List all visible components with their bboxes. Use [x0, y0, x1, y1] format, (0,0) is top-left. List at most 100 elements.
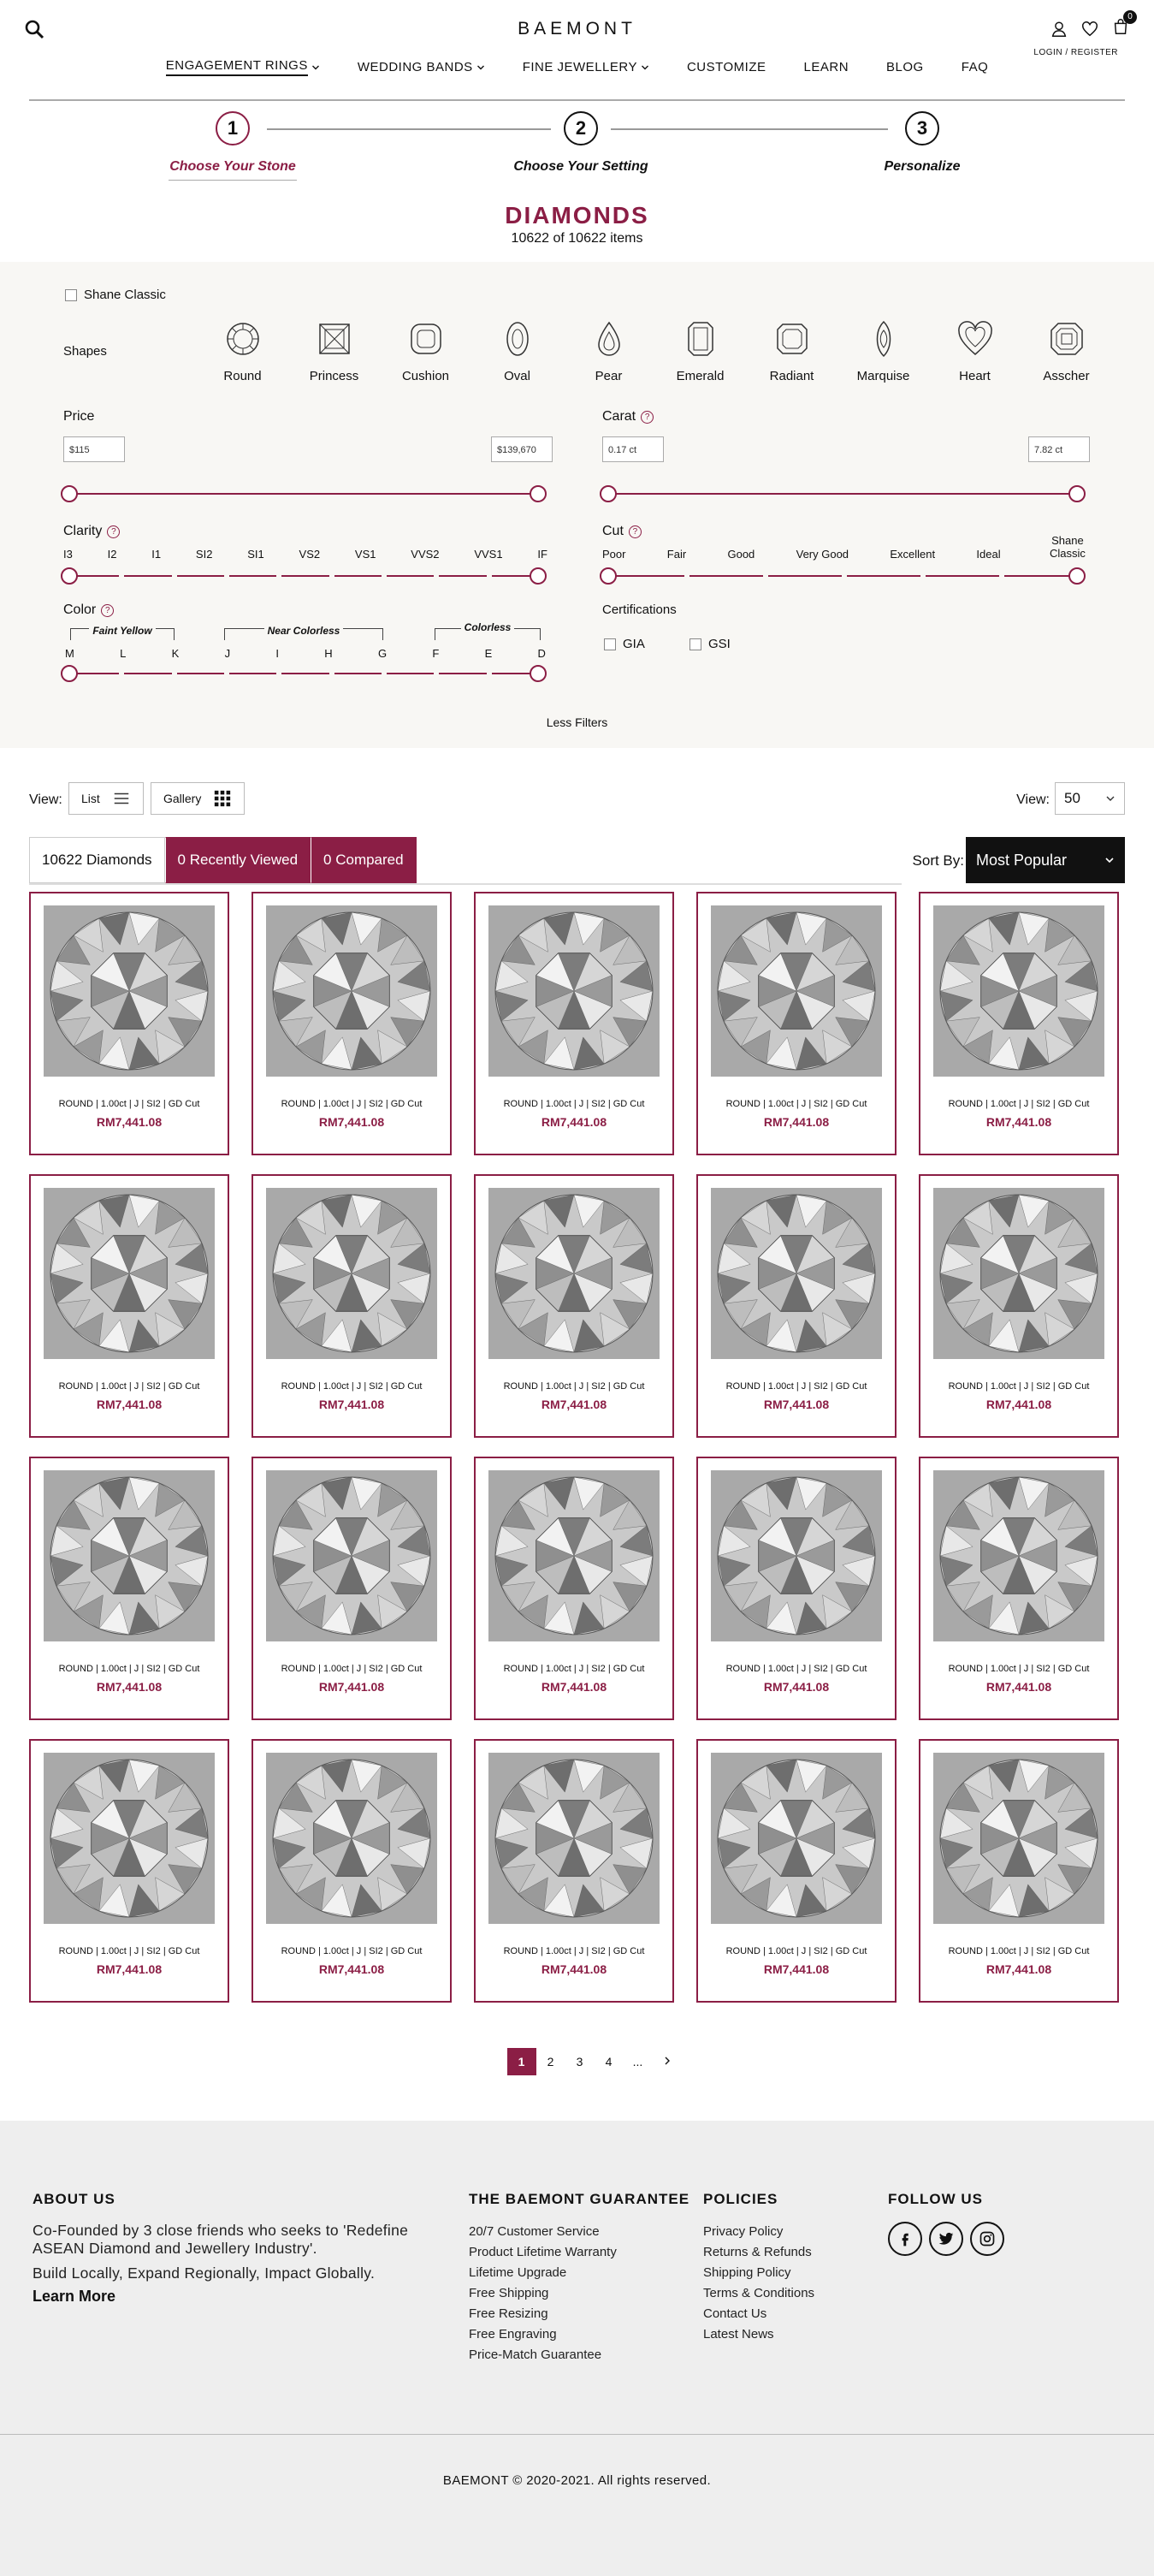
- footer-link[interactable]: Shipping Policy: [703, 2263, 814, 2283]
- diamond-image[interactable]: [711, 1753, 882, 1924]
- diamond-image[interactable]: [44, 1753, 215, 1924]
- diamond-image[interactable]: [44, 1188, 215, 1359]
- slider-segment[interactable]: [1004, 575, 1078, 577]
- product-card[interactable]: ROUND | 1.00ct | J | SI2 | GD Cut RM7,441…: [252, 892, 452, 1155]
- diamond-image[interactable]: [488, 1753, 660, 1924]
- help-icon[interactable]: ?: [107, 525, 121, 538]
- diamond-image[interactable]: [266, 1753, 437, 1924]
- product-card[interactable]: ROUND | 1.00ct | J | SI2 | GD Cut RM7,441…: [919, 1457, 1119, 1720]
- page-button[interactable]: 4: [595, 2048, 624, 2075]
- diamond-image[interactable]: [266, 905, 437, 1077]
- slider-segment[interactable]: [386, 575, 435, 577]
- cart-button[interactable]: 0: [1111, 10, 1137, 40]
- checkbox-box[interactable]: [604, 638, 616, 650]
- slider-segment[interactable]: [228, 673, 277, 674]
- slider-segment[interactable]: [228, 575, 277, 577]
- next-page-button[interactable]: [653, 2048, 682, 2075]
- less-filters-link[interactable]: Less Filters: [0, 715, 1154, 729]
- tab-all-diamonds[interactable]: 10622 Diamonds: [29, 837, 165, 883]
- carat-slider-min-handle[interactable]: [600, 485, 617, 502]
- list-view-button[interactable]: List: [68, 782, 144, 815]
- footer-link[interactable]: Free Resizing: [469, 2304, 689, 2324]
- price-max-input[interactable]: $139,670: [491, 436, 553, 462]
- footer-link[interactable]: Price-Match Guarantee: [469, 2345, 689, 2365]
- shape-option-marquise[interactable]: Marquise: [837, 320, 929, 383]
- shape-option-princess[interactable]: Princess: [288, 320, 380, 383]
- diamond-image[interactable]: [933, 1470, 1104, 1641]
- shape-option-pear[interactable]: Pear: [563, 320, 654, 383]
- slider-segment[interactable]: [281, 673, 329, 674]
- carat-min-input[interactable]: 0.17 ct: [602, 436, 664, 462]
- footer-link[interactable]: Lifetime Upgrade: [469, 2263, 689, 2283]
- slider-segment[interactable]: [768, 575, 842, 577]
- diamond-image[interactable]: [266, 1188, 437, 1359]
- checkbox-box[interactable]: [65, 288, 77, 301]
- gallery-view-button[interactable]: Gallery: [151, 782, 246, 815]
- clarity-slider-max-handle[interactable]: [530, 567, 547, 585]
- footer-link[interactable]: Returns & Refunds: [703, 2242, 814, 2263]
- footer-link[interactable]: Free Shipping: [469, 2283, 689, 2304]
- shane-classic-checkbox[interactable]: Shane Classic: [65, 288, 166, 302]
- diamond-image[interactable]: [711, 1188, 882, 1359]
- product-card[interactable]: ROUND | 1.00ct | J | SI2 | GD Cut RM7,441…: [696, 892, 897, 1155]
- diamond-image[interactable]: [933, 1753, 1104, 1924]
- shape-option-heart[interactable]: Heart: [929, 320, 1021, 383]
- brand-logo[interactable]: BAEMONT: [0, 19, 1154, 39]
- slider-segment[interactable]: [439, 673, 487, 674]
- slider-segment[interactable]: [386, 673, 435, 674]
- shape-option-asscher[interactable]: Asscher: [1021, 320, 1112, 383]
- shape-option-radiant[interactable]: Radiant: [746, 320, 837, 383]
- page-button[interactable]: 1: [506, 2048, 536, 2075]
- user-icon[interactable]: [1050, 20, 1068, 39]
- page-button[interactable]: 3: [565, 2048, 595, 2075]
- product-card[interactable]: ROUND | 1.00ct | J | SI2 | GD Cut RM7,441…: [29, 1457, 229, 1720]
- carat-max-input[interactable]: 7.82 ct: [1028, 436, 1090, 462]
- slider-segment[interactable]: [689, 575, 763, 577]
- slider-segment[interactable]: [611, 575, 684, 577]
- slider-segment[interactable]: [72, 575, 120, 577]
- footer-link[interactable]: Product Lifetime Warranty: [469, 2242, 689, 2263]
- per-page-select[interactable]: 50: [1055, 782, 1125, 815]
- heart-icon[interactable]: [1080, 20, 1099, 39]
- help-icon[interactable]: ?: [628, 525, 642, 538]
- diamond-image[interactable]: [266, 1470, 437, 1641]
- product-card[interactable]: ROUND | 1.00ct | J | SI2 | GD Cut RM7,441…: [474, 1739, 674, 2003]
- product-card[interactable]: ROUND | 1.00ct | J | SI2 | GD Cut RM7,441…: [919, 1739, 1119, 2003]
- less-filters-text[interactable]: Less Filters: [547, 715, 608, 729]
- shape-option-oval[interactable]: Oval: [471, 320, 563, 383]
- nav-item[interactable]: LEARN: [785, 58, 868, 76]
- color-slider-max-handle[interactable]: [530, 665, 547, 682]
- diamond-image[interactable]: [933, 905, 1104, 1077]
- cut-slider-track[interactable]: [611, 575, 1078, 577]
- carat-slider-max-handle[interactable]: [1068, 485, 1086, 502]
- slider-segment[interactable]: [176, 673, 224, 674]
- slider-segment[interactable]: [847, 575, 920, 577]
- diamond-image[interactable]: [488, 1470, 660, 1641]
- login-register-link[interactable]: LOGIN / REGISTER: [1033, 48, 1118, 57]
- slider-segment[interactable]: [124, 575, 172, 577]
- carat-slider-track[interactable]: [609, 493, 1078, 495]
- diamond-image[interactable]: [711, 1470, 882, 1641]
- product-card[interactable]: ROUND | 1.00ct | J | SI2 | GD Cut RM7,441…: [252, 1739, 452, 2003]
- price-slider-min-handle[interactable]: [61, 485, 78, 502]
- nav-item[interactable]: CUSTOMIZE: [668, 58, 785, 76]
- price-slider-max-handle[interactable]: [530, 485, 547, 502]
- nav-item[interactable]: BLOG: [867, 58, 943, 76]
- product-card[interactable]: ROUND | 1.00ct | J | SI2 | GD Cut RM7,441…: [919, 892, 1119, 1155]
- color-slider-track[interactable]: [72, 673, 539, 674]
- nav-item[interactable]: FINE JEWELLERY: [504, 58, 668, 76]
- nav-item[interactable]: FAQ: [943, 58, 1008, 76]
- footer-link[interactable]: Terms & Conditions: [703, 2283, 814, 2304]
- diamond-image[interactable]: [488, 1188, 660, 1359]
- diamond-image[interactable]: [933, 1188, 1104, 1359]
- tab-compared[interactable]: 0 Compared: [311, 837, 417, 883]
- sort-select[interactable]: Most Popular: [966, 837, 1125, 883]
- learn-more-link[interactable]: Learn More: [33, 2288, 426, 2306]
- slider-segment[interactable]: [439, 575, 487, 577]
- slider-segment[interactable]: [124, 673, 172, 674]
- shape-option-cushion[interactable]: Cushion: [380, 320, 471, 383]
- page-button[interactable]: 2: [536, 2048, 565, 2075]
- step-choose-stone[interactable]: 1 Choose Your Stone: [130, 111, 335, 181]
- checkbox-box[interactable]: [689, 638, 701, 650]
- product-card[interactable]: ROUND | 1.00ct | J | SI2 | GD Cut RM7,441…: [696, 1174, 897, 1438]
